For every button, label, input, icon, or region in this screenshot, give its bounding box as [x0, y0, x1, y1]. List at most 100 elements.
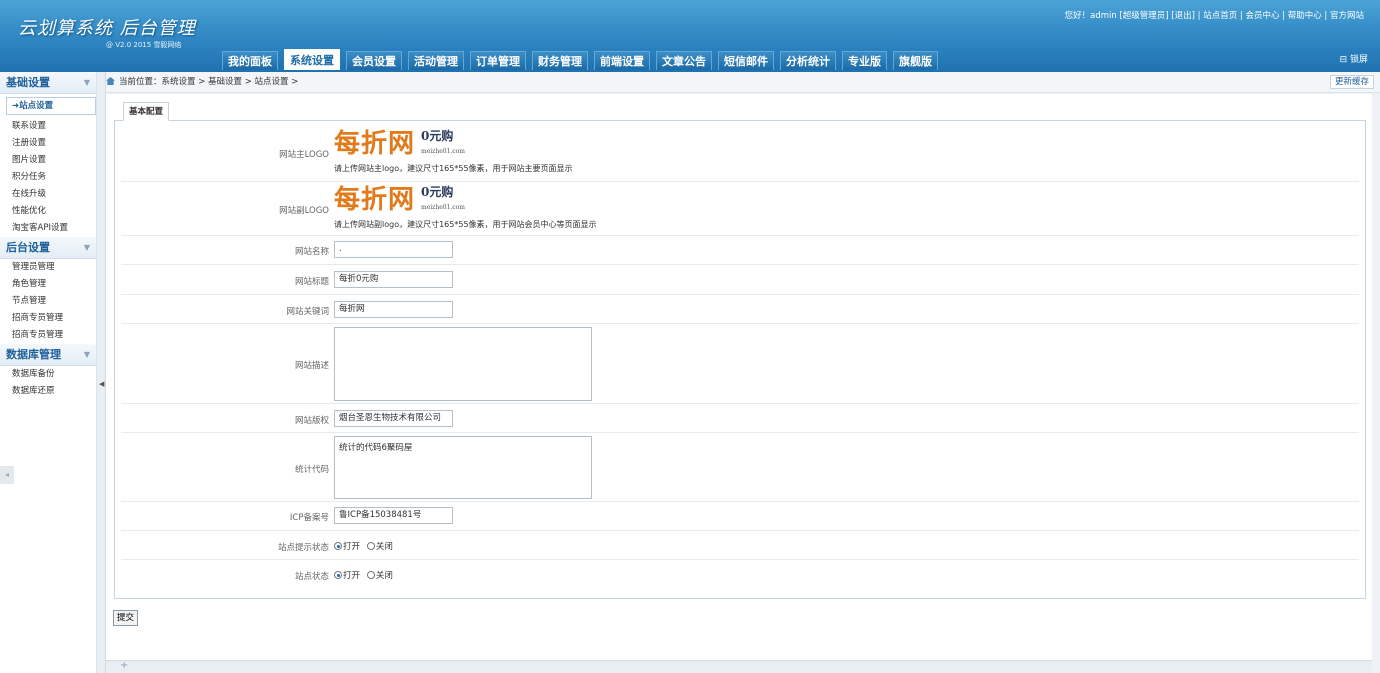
sidebar-item-nodes[interactable]: 节点管理: [0, 293, 96, 310]
row-site-description: 网站描述: [121, 324, 1359, 404]
top-links[interactable]: 您好！admin [超级管理员] [退出] | 站点首页 | 会员中心 | 帮助…: [1065, 9, 1364, 21]
main-nav: 我的面板 系统设置 会员设置 活动管理 订单管理 财务管理 前端设置 文章公告 …: [222, 49, 938, 70]
row-copyright: 网站版权 烟台圣恩生物技术有限公司: [121, 404, 1359, 433]
nav-tab-frontend[interactable]: 前端设置: [594, 51, 650, 70]
site-description-textarea[interactable]: [334, 327, 592, 401]
sidebar-group-title: 数据库管理: [6, 348, 61, 361]
lock-screen-button[interactable]: ⊟ 锁屏: [1340, 52, 1368, 65]
row-site-title: 网站标题 每折0元购: [121, 265, 1359, 295]
site-status-off-radio[interactable]: 关闭: [366, 569, 393, 581]
row-main-logo: 网站主LOGO 每折网 0元购 meizhe01.com 请上传网站主logo，建…: [121, 126, 1359, 182]
site-keywords-label: 网站关键词: [286, 307, 329, 317]
sidebar-group-admin[interactable]: 后台设置 ▼: [0, 237, 96, 259]
row-site-keywords: 网站关键词 每折网: [121, 295, 1359, 324]
nav-tab-articles[interactable]: 文章公告: [656, 51, 712, 70]
sidebar-item-site-settings[interactable]: ➜站点设置: [6, 97, 96, 115]
sub-logo-label: 网站副LOGO: [279, 206, 329, 216]
settings-form: 网站主LOGO 每折网 0元购 meizhe01.com 请上传网站主logo，建…: [114, 120, 1366, 599]
nav-tab-analytics[interactable]: 分析统计: [780, 51, 836, 70]
copyright-input[interactable]: 烟台圣恩生物技术有限公司: [334, 410, 453, 427]
radio-label: 打开: [343, 571, 361, 581]
nav-tab-flagship[interactable]: 旗舰版: [893, 51, 938, 70]
sidebar: 基础设置 ▼ ➜站点设置 联系设置 注册设置 图片设置 积分任务 在线升级 性能优…: [0, 72, 97, 673]
radio-checked-icon: [334, 571, 342, 579]
icp-input[interactable]: 鲁ICP备15038481号: [334, 507, 453, 524]
radio-label: 关闭: [375, 571, 393, 581]
app-version: @ V2.0 2015 雪毅网络: [106, 41, 182, 49]
site-name-label: 网站名称: [294, 247, 329, 257]
row-site-name: 网站名称 .: [121, 236, 1359, 265]
breadcrumb-text: 当前位置：系统设置 > 基础设置 > 站点设置 >: [119, 77, 299, 87]
radio-unchecked-icon: [366, 542, 375, 550]
logo-text: 每折网: [334, 185, 416, 215]
nav-tab-dashboard[interactable]: 我的面板: [222, 51, 278, 70]
sidebar-item-taobaoke-api[interactable]: 淘宝客API设置: [0, 220, 96, 237]
tab-basic-config[interactable]: 基本配置: [123, 102, 170, 121]
copyright-label: 网站版权: [294, 416, 329, 426]
row-stat-code: 统计代码 统计的代码6聚码屋: [121, 433, 1359, 502]
main-logo-label: 网站主LOGO: [279, 150, 329, 160]
plus-icon[interactable]: +: [120, 660, 128, 671]
sidebar-item-upgrade[interactable]: 在线升级: [0, 186, 96, 203]
sidebar-group-title: 基础设置: [6, 76, 50, 89]
main-logo-image[interactable]: 每折网 0元购 meizhe01.com: [334, 128, 573, 161]
chevron-down-icon: ▼: [83, 350, 90, 359]
nav-tab-member-settings[interactable]: 会员设置: [346, 51, 402, 70]
refresh-cache-button[interactable]: 更新缓存: [1329, 75, 1374, 89]
main-content: 当前位置：系统设置 > 基础设置 > 站点设置 > 更新缓存 基本配置 网站主L…: [106, 72, 1380, 673]
site-status-on-radio[interactable]: 打开: [334, 569, 360, 581]
nav-tab-sms-mail[interactable]: 短信邮件: [718, 51, 774, 70]
stat-code-label: 统计代码: [294, 465, 329, 475]
chevron-down-icon: ▼: [83, 243, 90, 252]
lock-label: 锁屏: [1349, 55, 1368, 65]
site-name-input[interactable]: .: [334, 241, 453, 258]
sidebar-group-title: 后台设置: [6, 241, 50, 254]
collapse-left-icon: ◀: [99, 380, 105, 388]
sidebar-group-database[interactable]: 数据库管理 ▼: [0, 344, 96, 366]
nav-tab-pro[interactable]: 专业版: [842, 51, 887, 70]
submit-button[interactable]: 提交: [113, 610, 139, 626]
lock-icon: ⊟: [1339, 55, 1348, 65]
row-site-notice-status: 站点提示状态 打开 关闭: [121, 531, 1359, 560]
radio-unchecked-icon: [366, 571, 375, 579]
app-title: 云划算系统 后台管理: [18, 18, 196, 39]
home-icon: [106, 77, 115, 85]
sidebar-item-image[interactable]: 图片设置: [0, 152, 96, 169]
nav-tab-system-settings[interactable]: 系统设置: [284, 49, 340, 70]
nav-tab-activity[interactable]: 活动管理: [408, 51, 464, 70]
sidebar-group-basic[interactable]: 基础设置 ▼: [0, 72, 96, 94]
logo-domain: meizhe01.com: [421, 148, 465, 155]
sidebar-item-db-backup[interactable]: 数据库备份: [0, 366, 96, 383]
sidebar-item-merchant-agents-2[interactable]: 招商专员管理: [0, 327, 96, 344]
bottom-bar: +: [106, 660, 1372, 673]
sidebar-item-performance[interactable]: 性能优化: [0, 203, 96, 220]
site-description-label: 网站描述: [294, 361, 329, 371]
sidebar-item-merchant-agents[interactable]: 招商专员管理: [0, 310, 96, 327]
stat-code-textarea[interactable]: 统计的代码6聚码屋: [334, 436, 592, 499]
sub-logo-image[interactable]: 每折网 0元购 meizhe01.com: [334, 184, 597, 217]
logo-domain: meizhe01.com: [421, 204, 465, 211]
site-keywords-input[interactable]: 每折网: [334, 301, 453, 318]
sub-logo-hint: 请上传网站副logo，建议尺寸165*55像素，用于网站会员中心等页面显示: [334, 220, 597, 229]
radio-label: 关闭: [375, 542, 393, 552]
sidebar-item-roles[interactable]: 角色管理: [0, 276, 96, 293]
row-icp: ICP备案号 鲁ICP备15038481号: [121, 502, 1359, 531]
nav-tab-orders[interactable]: 订单管理: [470, 51, 526, 70]
nav-tab-finance[interactable]: 财务管理: [532, 51, 588, 70]
sidebar-item-admins[interactable]: 管理员管理: [0, 259, 96, 276]
radio-checked-icon: [334, 542, 342, 550]
sidebar-item-points[interactable]: 积分任务: [0, 169, 96, 186]
site-status-label: 站点状态: [294, 572, 329, 582]
expand-left-icon[interactable]: ◂: [0, 466, 14, 484]
sidebar-collapse-bar[interactable]: ◀: [97, 72, 106, 673]
site-title-input[interactable]: 每折0元购: [334, 271, 453, 288]
site-notice-on-radio[interactable]: 打开: [334, 540, 360, 552]
top-header: 云划算系统 后台管理 @ V2.0 2015 雪毅网络 您好！admin [超级…: [0, 0, 1380, 72]
logo-text: 每折网: [334, 129, 416, 159]
main-logo-hint: 请上传网站主logo，建议尺寸165*55像素，用于网站主要页面显示: [334, 164, 573, 173]
logo-price: 0元购: [421, 185, 454, 199]
site-notice-off-radio[interactable]: 关闭: [366, 540, 393, 552]
sidebar-item-contact[interactable]: 联系设置: [0, 118, 96, 135]
sidebar-item-register[interactable]: 注册设置: [0, 135, 96, 152]
sidebar-item-db-restore[interactable]: 数据库还原: [0, 383, 96, 400]
